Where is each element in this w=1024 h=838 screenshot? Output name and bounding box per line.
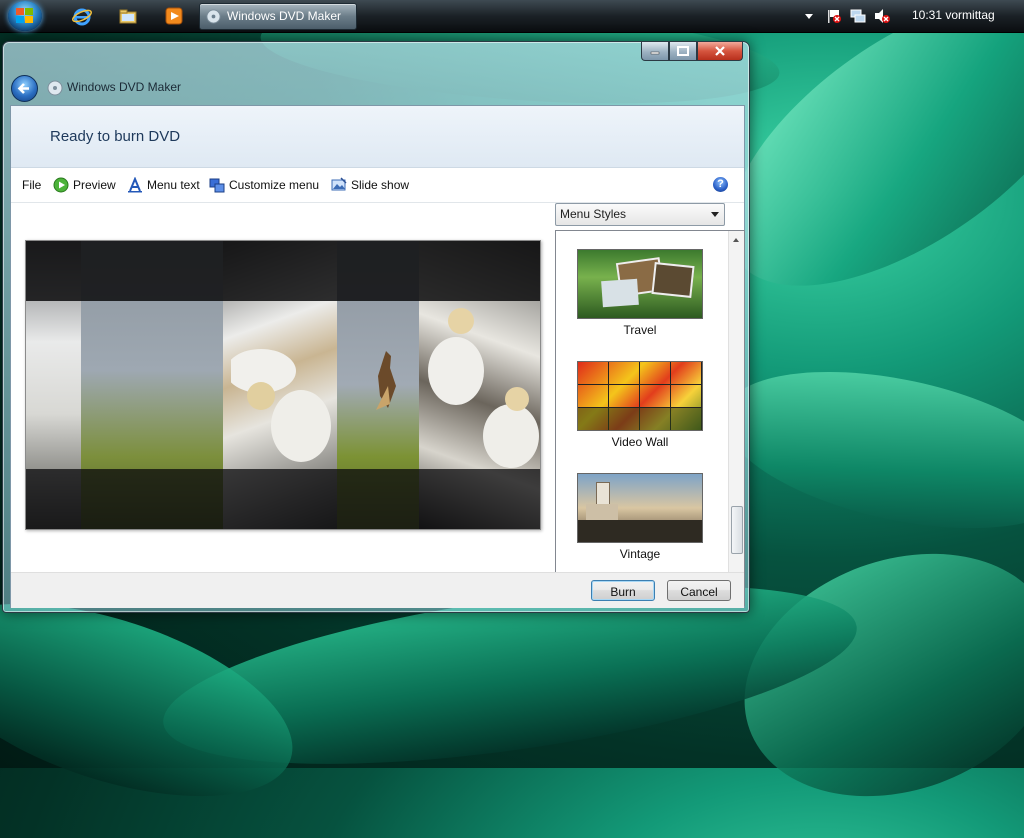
window-title: Windows DVD Maker bbox=[67, 80, 182, 94]
dvd-maker-window: Windows DVD Maker Ready to burn DVD File… bbox=[2, 41, 750, 613]
menu-preview bbox=[25, 240, 541, 530]
media-player-icon[interactable] bbox=[164, 6, 184, 26]
explorer-icon[interactable] bbox=[118, 6, 138, 26]
style-label: Video Wall bbox=[611, 435, 669, 449]
gannet-group-silhouette bbox=[231, 349, 331, 462]
tray-expand-icon[interactable] bbox=[804, 8, 814, 24]
back-arrow-icon bbox=[17, 83, 29, 94]
bird-silhouette bbox=[376, 351, 396, 410]
preview-label: Preview bbox=[73, 178, 116, 192]
scroll-up-arrow-icon[interactable] bbox=[733, 238, 739, 242]
slide-show-button[interactable]: Slide show bbox=[331, 177, 411, 193]
style-thumbnail bbox=[577, 249, 703, 319]
menu-styles-dropdown[interactable]: Menu Styles bbox=[555, 203, 725, 226]
preview-overlay-top bbox=[26, 241, 540, 301]
customize-menu-label: Customize menu bbox=[229, 178, 320, 192]
customize-icon bbox=[209, 178, 225, 193]
wizard-header: Ready to burn DVD bbox=[11, 106, 744, 168]
back-button[interactable] bbox=[11, 75, 38, 102]
style-label: Vintage bbox=[619, 547, 661, 561]
windows-logo-icon bbox=[16, 8, 33, 23]
styles-scrollbar[interactable] bbox=[728, 231, 744, 605]
minimize-button[interactable] bbox=[641, 42, 669, 61]
file-menu-label: File bbox=[22, 178, 42, 192]
action-center-flag-icon[interactable] bbox=[826, 8, 842, 24]
chevron-down-icon bbox=[711, 212, 719, 217]
network-icon[interactable] bbox=[850, 8, 866, 24]
style-item-vintage[interactable]: Vintage bbox=[576, 473, 704, 561]
close-button[interactable] bbox=[697, 42, 743, 61]
burn-button[interactable]: Burn bbox=[591, 580, 655, 601]
dvd-disc-icon bbox=[206, 9, 221, 24]
text-icon bbox=[128, 177, 142, 193]
taskbar-button-label: Windows DVD Maker bbox=[227, 9, 342, 23]
maximize-button[interactable] bbox=[669, 42, 697, 61]
dvd-maker-app-icon bbox=[47, 80, 63, 96]
menu-styles-dropdown-value: Menu Styles bbox=[560, 207, 627, 221]
style-thumbnail bbox=[577, 473, 703, 543]
preview-button[interactable]: Preview bbox=[53, 177, 119, 193]
file-menu[interactable]: File bbox=[22, 177, 41, 193]
style-item-travel[interactable]: Travel bbox=[576, 249, 704, 337]
taskbar: Windows DVD Maker 10:31 vormittag bbox=[0, 0, 1024, 33]
taskbar-button-dvd-maker[interactable]: Windows DVD Maker bbox=[199, 3, 357, 30]
minimize-icon bbox=[650, 51, 660, 55]
internet-explorer-icon[interactable] bbox=[72, 6, 92, 26]
start-button[interactable] bbox=[8, 1, 42, 31]
menu-styles-list: Travel Video Wall Vintage bbox=[555, 230, 745, 606]
caption-buttons bbox=[641, 42, 743, 62]
taskbar-clock[interactable]: 10:31 vormittag bbox=[912, 8, 995, 22]
window-content: Ready to burn DVD File Preview Menu text bbox=[10, 105, 745, 608]
toolbar: File Preview Menu text Customize menu Sl… bbox=[11, 168, 744, 203]
play-icon bbox=[53, 177, 69, 193]
help-icon[interactable]: ? bbox=[713, 177, 728, 192]
maximize-icon bbox=[677, 46, 689, 56]
scrollbar-thumb[interactable] bbox=[731, 506, 743, 554]
gannet-silhouette bbox=[483, 387, 539, 468]
page-title: Ready to burn DVD bbox=[50, 128, 181, 145]
style-label: Travel bbox=[623, 323, 657, 337]
preview-overlay-bottom bbox=[26, 469, 540, 529]
volume-muted-icon[interactable] bbox=[874, 8, 890, 24]
style-item-video-wall[interactable]: Video Wall bbox=[576, 361, 704, 449]
close-icon bbox=[715, 46, 725, 56]
menu-text-label: Menu text bbox=[147, 178, 200, 192]
style-thumbnail bbox=[577, 361, 703, 431]
cancel-button[interactable]: Cancel bbox=[667, 580, 731, 601]
slide-show-icon bbox=[331, 177, 347, 191]
slide-show-label: Slide show bbox=[351, 178, 410, 192]
customize-menu-button[interactable]: Customize menu bbox=[209, 177, 323, 193]
wizard-footer: Burn Cancel bbox=[11, 572, 744, 608]
menu-text-button[interactable]: Menu text bbox=[127, 177, 203, 193]
